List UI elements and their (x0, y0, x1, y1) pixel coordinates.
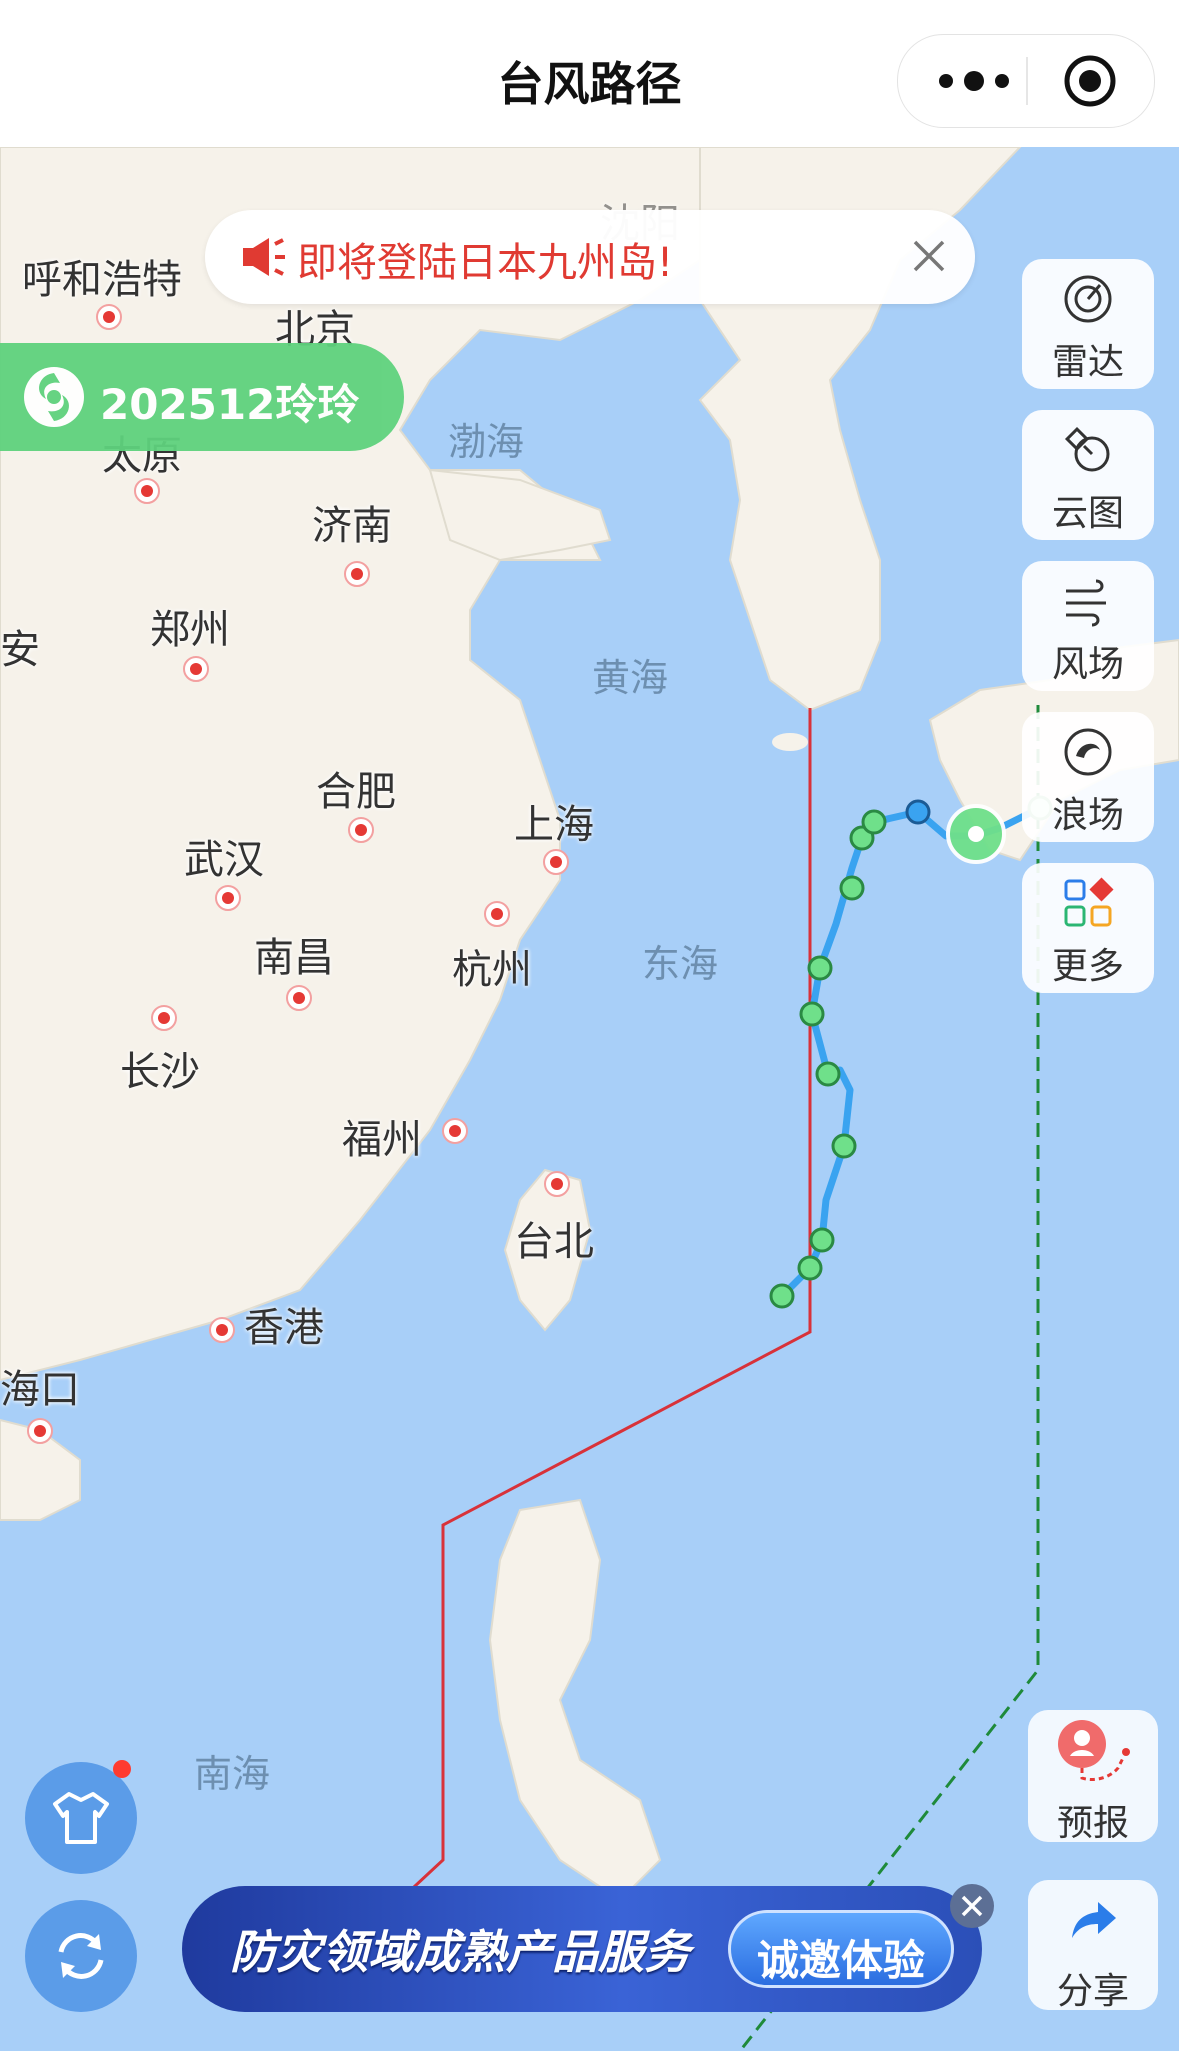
ad-title: 防灾领域成熟产品服务 (230, 1925, 690, 1979)
close-miniprogram-icon[interactable] (1062, 53, 1118, 109)
share-icon (1072, 1902, 1116, 1938)
capsule-divider (1026, 57, 1028, 105)
track-point (807, 955, 833, 981)
city-marker (27, 1418, 53, 1444)
ad-banner[interactable]: 防灾领域成熟产品服务 诚邀体验 (182, 1886, 982, 2012)
refresh-icon (58, 1933, 104, 1979)
city-marker (209, 1317, 235, 1343)
city-label: 济南 (312, 503, 392, 549)
city-marker (215, 885, 241, 911)
notification-dot (113, 1760, 131, 1778)
tool-label: 雷达 (1051, 342, 1124, 383)
city-marker (96, 304, 122, 330)
share-label: 分享 (1056, 1971, 1129, 2012)
sea-label: 黄海 (592, 656, 669, 700)
tool-label: 云图 (1051, 493, 1124, 534)
track-point (809, 1227, 835, 1253)
track-point (861, 809, 887, 835)
wave-icon (1064, 728, 1112, 776)
typhoon-name: 202512玲玲 (100, 380, 360, 429)
city-label: 长沙 (120, 1049, 200, 1095)
city-marker (348, 817, 374, 843)
track-point (769, 1283, 795, 1309)
city-marker (134, 478, 160, 504)
skin-button[interactable] (25, 1760, 137, 1874)
city-marker (442, 1118, 468, 1144)
typhoon-icon (24, 367, 84, 427)
close-icon (961, 1895, 983, 1917)
radar-icon (1064, 275, 1112, 323)
tool-wave[interactable]: 浪场 (1022, 712, 1154, 842)
city-label: 安 (0, 627, 40, 673)
city-label: 福州 (342, 1117, 422, 1163)
city-marker (544, 1171, 570, 1197)
city-marker (484, 901, 510, 927)
city-marker (286, 985, 312, 1011)
city-label: 海口 (0, 1367, 80, 1413)
track-point (839, 875, 865, 901)
track-point (831, 1133, 857, 1159)
city-label: 郑州 (150, 607, 230, 653)
city-label: 台北 (514, 1219, 594, 1265)
city-marker (543, 849, 569, 875)
tshirt-icon (53, 1792, 109, 1844)
landfall-notice[interactable]: 即将登陆日本九州岛! (205, 210, 975, 304)
speaker-icon (243, 238, 285, 276)
share-button[interactable]: 分享 (1028, 1880, 1158, 2012)
track-point (799, 1001, 825, 1027)
forecast-pin-icon (1058, 1720, 1130, 1782)
refresh-button[interactable] (25, 1900, 137, 2012)
close-icon[interactable] (909, 236, 949, 276)
miniprogram-capsule (897, 34, 1155, 128)
wind-icon (1066, 579, 1106, 627)
sea-label: 南海 (194, 1752, 271, 1796)
forecast-label: 预报 (1056, 1803, 1129, 1844)
city-marker (344, 561, 370, 587)
ad-cta-label: 诚邀体验 (756, 1936, 925, 1985)
city-label: 香港 (244, 1305, 324, 1351)
city-marker (151, 1005, 177, 1031)
satellite-icon (1064, 426, 1110, 472)
sea-label: 渤海 (448, 420, 525, 464)
more-dots-icon[interactable] (934, 63, 1014, 99)
city-label: 南昌 (254, 935, 334, 981)
track-point (815, 1061, 841, 1087)
forecast-button[interactable]: 预报 (1028, 1710, 1158, 1844)
city-label: 武汉 (184, 837, 264, 883)
city-marker (183, 656, 209, 682)
tool-radar[interactable]: 雷达 (1022, 259, 1154, 389)
city-label: 上海 (514, 802, 594, 848)
tool-satellite[interactable]: 云图 (1022, 410, 1154, 540)
typhoon-selector[interactable]: 202512玲玲 (0, 343, 404, 451)
track-point (905, 799, 931, 825)
tool-label: 风场 (1051, 644, 1124, 685)
city-label: 杭州 (452, 947, 532, 993)
tool-label: 浪场 (1051, 795, 1124, 836)
tool-more[interactable]: 更多 (1022, 863, 1154, 993)
tool-wind[interactable]: 风场 (1022, 561, 1154, 691)
nav-header: 台风路径 (0, 0, 1179, 147)
more-grid-icon (1064, 877, 1114, 927)
ad-cta-button[interactable]: 诚邀体验 (728, 1910, 954, 1988)
city-label: 合肥 (316, 769, 396, 815)
track-point (797, 1255, 823, 1281)
city-label: 呼和浩特 (22, 257, 182, 303)
tool-label: 更多 (1051, 946, 1124, 987)
notice-text: 即将登陆日本九州岛! (297, 240, 674, 286)
sea-label: 东海 (642, 942, 719, 986)
ad-close-button[interactable] (950, 1884, 994, 1928)
